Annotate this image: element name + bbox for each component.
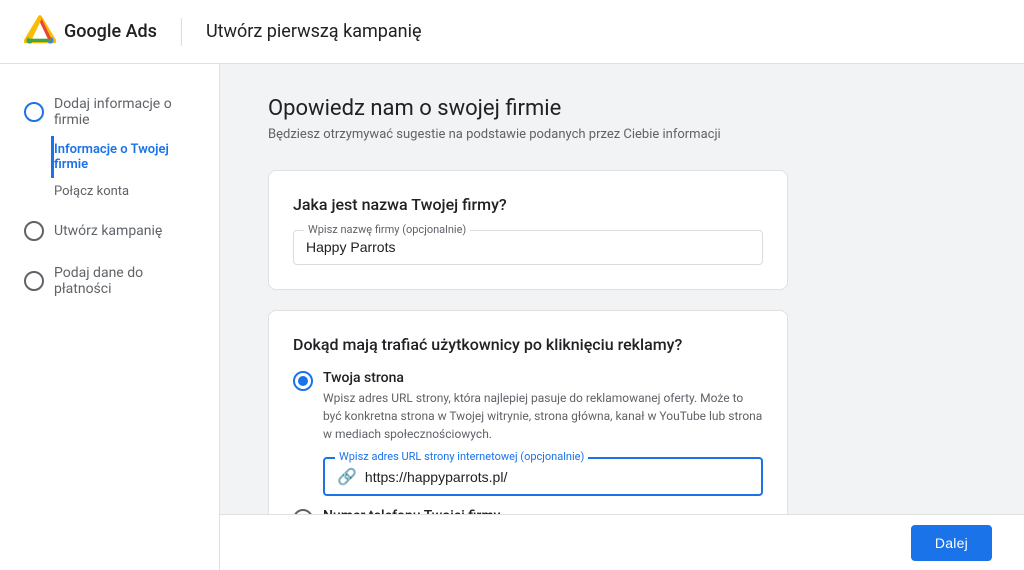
sidebar-section-payment: Podaj dane do płatności: [0, 257, 219, 305]
header-logo: Google Ads: [24, 14, 157, 50]
sidebar-step-icon-1: [24, 102, 44, 122]
radio-content-own-site: Twoja strona Wpisz adres URL strony, któ…: [323, 370, 763, 496]
radio-desc-own-site: Wpisz adres URL strony, która najlepiej …: [323, 389, 763, 443]
sidebar-step-icon-2: [24, 221, 44, 241]
google-ads-logo-icon: [24, 14, 56, 50]
header: Google Ads Utwórz pierwszą kampanię: [0, 0, 1024, 64]
url-field-wrapper: Wpisz adres URL strony internetowej (opc…: [323, 457, 763, 496]
main-layout: Dodaj informacje o firmie Informacje o T…: [0, 64, 1024, 570]
sidebar-item-payment[interactable]: Podaj dane do płatności: [0, 257, 219, 305]
company-name-input[interactable]: [306, 239, 750, 255]
header-divider: [181, 18, 182, 46]
sidebar-sub-items-1: Informacje o Twojej firmie Połącz konta: [0, 136, 219, 205]
link-icon: 🔗: [337, 467, 357, 486]
content-subtitle: Będziesz otrzymywać sugestie na podstawi…: [268, 127, 976, 142]
next-button[interactable]: Dalej: [911, 525, 992, 561]
header-page-title: Utwórz pierwszą kampanię: [206, 21, 422, 42]
sidebar-sub-item-company-info[interactable]: Informacje o Twojej firmie: [51, 136, 219, 178]
radio-button-own-site: [293, 371, 313, 391]
company-name-question: Jaka jest nazwa Twojej firmy?: [293, 195, 763, 214]
url-field-label: Wpisz adres URL strony internetowej (opc…: [335, 450, 588, 463]
radio-option-own-site[interactable]: Twoja strona Wpisz adres URL strony, któ…: [293, 370, 763, 496]
sidebar-item-label-3: Podaj dane do płatności: [54, 265, 195, 297]
main-content: Opowiedz nam o swojej firmie Będziesz ot…: [220, 64, 1024, 570]
landing-page-question: Dokąd mają trafiać użytkownicy po klikni…: [293, 335, 763, 354]
sidebar-section-campaign: Utwórz kampanię: [0, 213, 219, 249]
radio-label-own-site: Twoja strona: [323, 370, 763, 386]
content-title: Opowiedz nam o swojej firmie: [268, 96, 976, 121]
sidebar-item-create-campaign[interactable]: Utwórz kampanię: [0, 213, 219, 249]
company-name-field-label: Wpisz nazwę firmy (opcjonalnie): [304, 223, 470, 236]
sidebar-section-company-info: Dodaj informacje o firmie Informacje o T…: [0, 88, 219, 205]
sidebar-item-label-2: Utwórz kampanię: [54, 223, 162, 239]
google-ads-text: Google Ads: [64, 21, 157, 42]
url-input[interactable]: [365, 469, 749, 485]
sidebar-item-add-company-info[interactable]: Dodaj informacje o firmie: [0, 88, 219, 136]
sidebar: Dodaj informacje o firmie Informacje o T…: [0, 64, 220, 570]
company-name-card: Jaka jest nazwa Twojej firmy? Wpisz nazw…: [268, 170, 788, 290]
sidebar-step-icon-3: [24, 271, 44, 291]
sidebar-item-label-1: Dodaj informacje o firmie: [54, 96, 195, 128]
sidebar-sub-item-connect-accounts[interactable]: Połącz konta: [54, 178, 219, 205]
company-name-field-wrapper: Wpisz nazwę firmy (opcjonalnie): [293, 230, 763, 265]
footer: Dalej: [220, 514, 1024, 570]
url-section: Wpisz adres URL strony internetowej (opc…: [323, 457, 763, 496]
